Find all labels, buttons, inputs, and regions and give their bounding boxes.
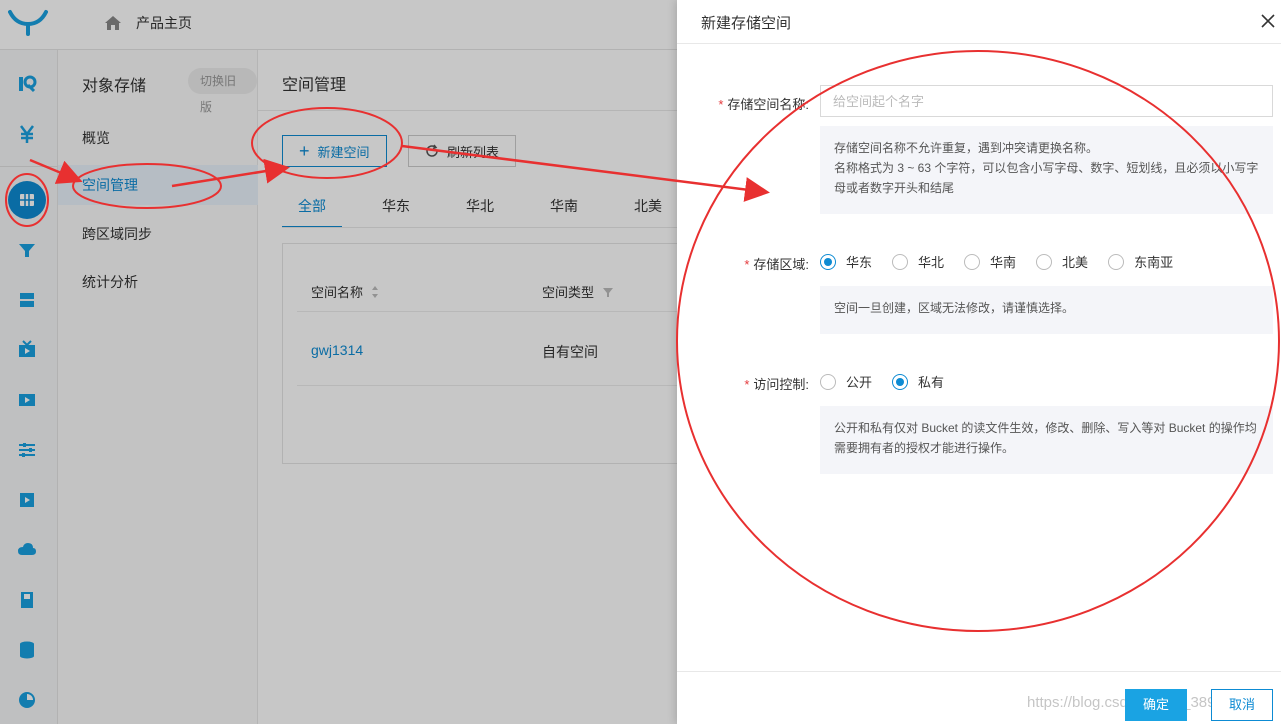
region-option-north-america[interactable]: 北美	[1036, 252, 1088, 271]
region-label: * 存储区域:	[689, 254, 809, 273]
drawer-header: 新建存储空间	[677, 0, 1281, 44]
region-option-southeast-asia[interactable]: 东南亚	[1108, 252, 1173, 271]
radio-button[interactable]	[892, 253, 909, 270]
required-mark: *	[718, 97, 724, 112]
modal-overlay[interactable]	[0, 0, 677, 724]
cancel-button[interactable]: 取消	[1211, 689, 1273, 721]
bucket-name-label: * 存储空间名称:	[689, 94, 809, 113]
region-option-label: 北美	[1062, 255, 1089, 270]
radio-button[interactable]	[820, 373, 836, 390]
region-option-north-china[interactable]: 华北	[892, 252, 944, 271]
access-control-label-text: 访问控制:	[753, 377, 809, 392]
radio-button[interactable]	[820, 253, 836, 270]
access-tip: 公开和私有仅对 Bucket 的读文件生效，修改、删除、写入等对 Bucket …	[820, 406, 1273, 474]
region-option-label: 华东	[846, 255, 873, 270]
bucket-name-label-text: 存储空间名称:	[727, 97, 809, 112]
confirm-button[interactable]: 确定	[1125, 689, 1187, 721]
access-control-label: * 访问控制:	[689, 374, 809, 393]
required-mark: *	[744, 257, 750, 272]
region-option-label: 东南亚	[1134, 255, 1174, 270]
create-bucket-drawer: 新建存储空间 *存储空间名称: 存储空间名称不允许重复，遇到冲突请更换名称。 名…	[677, 0, 1281, 724]
region-label-text: 存储区域:	[753, 257, 809, 272]
access-radio-group: 公开 私有	[820, 372, 964, 391]
radio-button[interactable]	[964, 253, 981, 270]
region-tip: 空间一旦创建，区域无法修改，请谨慎选择。	[820, 286, 1273, 334]
radio-button[interactable]	[1108, 253, 1125, 270]
access-option-public[interactable]: 公开	[820, 372, 872, 391]
close-icon[interactable]	[1259, 12, 1277, 30]
region-option-east-china[interactable]: 华东	[820, 252, 872, 271]
drawer-footer: https://blog.csdn.net/qq_38960003 确定 取消	[677, 671, 1281, 724]
region-option-label: 华南	[990, 255, 1017, 270]
required-mark: *	[744, 377, 750, 392]
region-radio-group: 华东 华北 华南 北美 东南亚	[820, 252, 1193, 271]
bucket-name-input[interactable]	[820, 85, 1273, 117]
bucket-name-tip-line-1: 存储空间名称不允许重复，遇到冲突请更换名称。	[834, 141, 1099, 155]
radio-button[interactable]	[1036, 253, 1053, 270]
region-option-label: 华北	[918, 255, 945, 270]
access-option-label: 公开	[846, 375, 873, 390]
drawer-title: 新建存储空间	[701, 15, 792, 32]
region-option-south-china[interactable]: 华南	[964, 252, 1016, 271]
access-option-label: 私有	[918, 375, 945, 390]
radio-button[interactable]	[892, 373, 909, 390]
bucket-name-tip-line-2: 名称格式为 3 ~ 63 个字符，可以包含小写字母、数字、短划线，且必须以小写字…	[834, 161, 1259, 195]
access-option-private[interactable]: 私有	[892, 372, 944, 391]
bucket-name-tip: 存储空间名称不允许重复，遇到冲突请更换名称。 名称格式为 3 ~ 63 个字符，…	[820, 126, 1273, 214]
